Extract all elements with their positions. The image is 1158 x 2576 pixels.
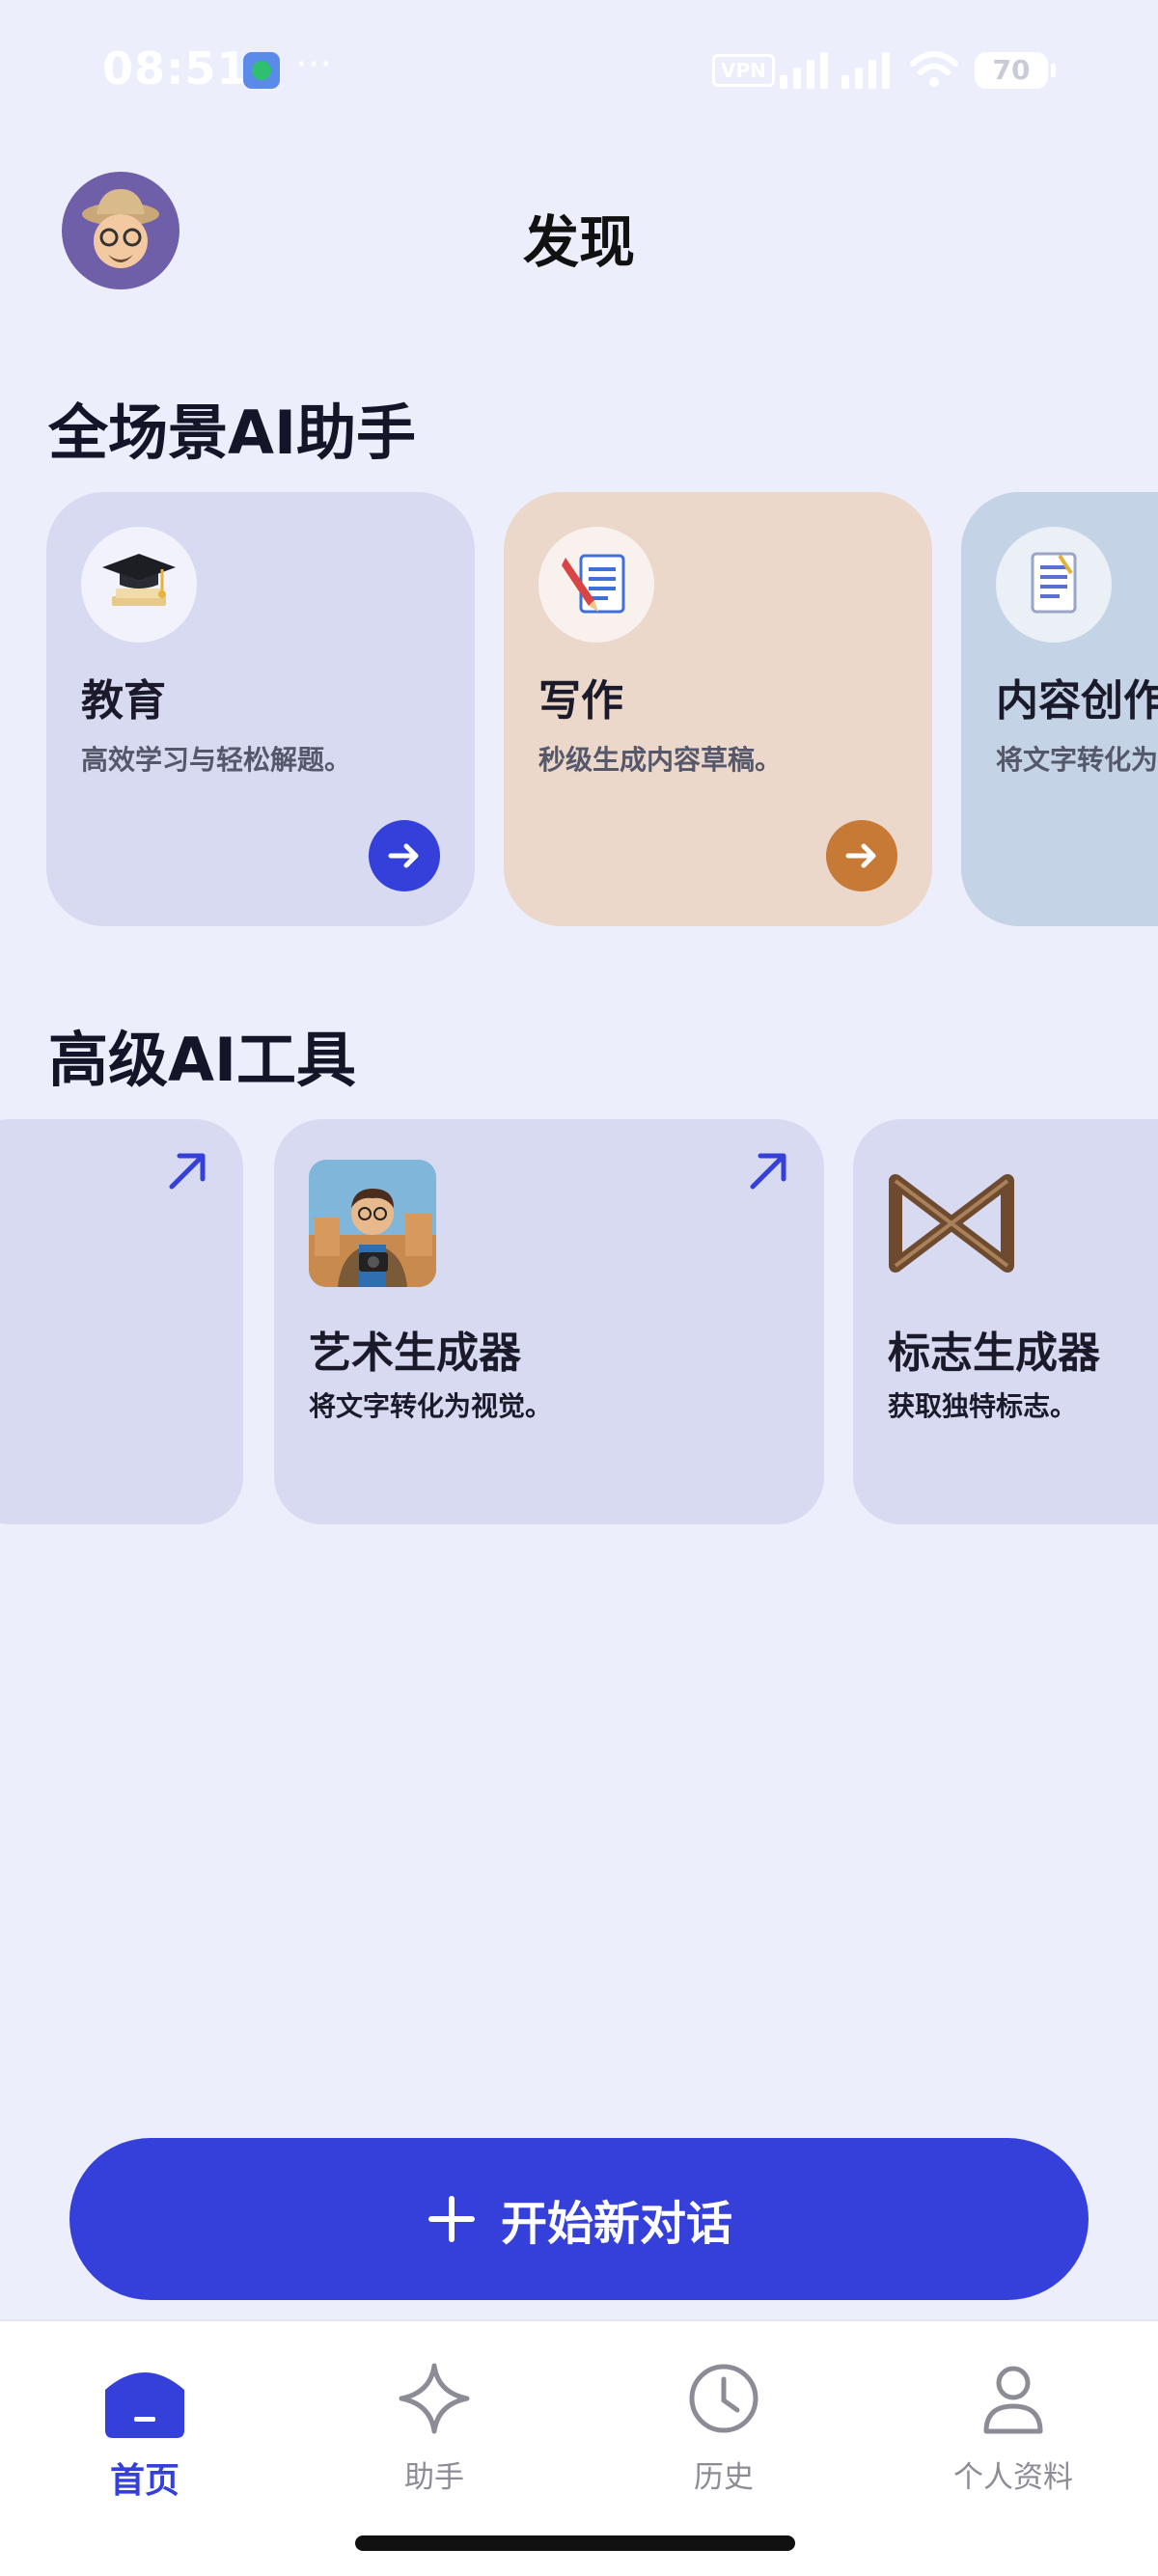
arrow-right-icon[interactable] (826, 820, 897, 891)
sparkle-icon (396, 2350, 473, 2447)
battery-icon: 70 (975, 52, 1056, 89)
tab-profile[interactable]: 个人资料 (868, 2350, 1158, 2514)
assistant-card-writing[interactable]: 写作 秒级生成内容草稿。 (504, 492, 932, 926)
tool-card-title: 艺术生成器 (309, 1329, 521, 1378)
graduation-cap-icon (81, 527, 197, 643)
tool-card-desc: 获取独特标志。 (888, 1390, 1078, 1422)
tool-card-logo-generator[interactable]: 标志生成器 获取独特标志。 (853, 1119, 1158, 1524)
document-pencil-icon (538, 527, 654, 643)
assistant-card-content-creation[interactable]: 内容创作 将文字转化为 (961, 492, 1158, 926)
signal-icon (780, 52, 828, 89)
assistant-card-title: 写作 (538, 676, 623, 726)
tool-card-title: 标志生成器 (888, 1329, 1100, 1378)
tool-card-partial[interactable] (0, 1119, 243, 1524)
assistant-card-desc: 高效学习与轻松解题。 (81, 744, 352, 776)
tool-card-art-generator[interactable]: 艺术生成器 将文字转化为视觉。 (274, 1119, 824, 1524)
signal-icon-2 (841, 52, 890, 89)
more-notifications-icon: ··· (295, 42, 333, 87)
tab-label: 首页 (109, 2461, 179, 2501)
arrow-up-right-icon (750, 1153, 786, 1190)
status-bar: 08:51 ··· VPN 70 (0, 0, 1158, 145)
app-notification-icon (243, 52, 280, 89)
plus-icon (426, 2193, 478, 2245)
home-indicator[interactable] (355, 2535, 795, 2551)
scroll-document-icon (996, 527, 1112, 643)
start-new-chat-label: 开始新对话 (500, 2197, 732, 2251)
profile-icon (975, 2350, 1052, 2447)
start-new-chat-button[interactable]: 开始新对话 (69, 2138, 1089, 2300)
assistants-section-title: 全场景AI助手 (48, 397, 417, 468)
assistant-card-title: 内容创作 (996, 676, 1158, 726)
assistant-card-desc: 秒级生成内容草稿。 (538, 744, 783, 776)
tools-section-title: 高级AI工具 (48, 1025, 357, 1095)
tab-home[interactable]: 首页 (0, 2350, 290, 2514)
vpn-icon: VPN (712, 54, 775, 87)
tab-history[interactable]: 历史 (579, 2350, 868, 2514)
status-time: 08:51 (102, 42, 249, 95)
tab-assistant[interactable]: 助手 (290, 2350, 579, 2514)
assistant-card-education[interactable]: 教育 高效学习与轻松解题。 (46, 492, 475, 926)
home-icon (101, 2350, 188, 2447)
tool-card-desc: 将文字转化为视觉。 (309, 1390, 553, 1422)
page-title: 发现 (522, 209, 635, 275)
logo-generator-image (888, 1160, 1015, 1287)
wifi-icon (910, 51, 958, 87)
art-generator-image (309, 1160, 436, 1287)
tab-label: 助手 (404, 2460, 464, 2495)
arrow-right-icon[interactable] (369, 820, 440, 891)
discover-screen: 08:51 ··· VPN 70 发现 全场景AI助手 教育 高效学习与轻松解题… (0, 0, 1158, 2576)
clock-icon (685, 2350, 762, 2447)
assistant-card-title: 教育 (81, 676, 166, 726)
assistant-card-desc: 将文字转化为 (996, 744, 1158, 776)
tab-label: 历史 (694, 2460, 754, 2495)
arrow-up-right-icon (169, 1153, 206, 1190)
tab-label: 个人资料 (953, 2460, 1073, 2495)
